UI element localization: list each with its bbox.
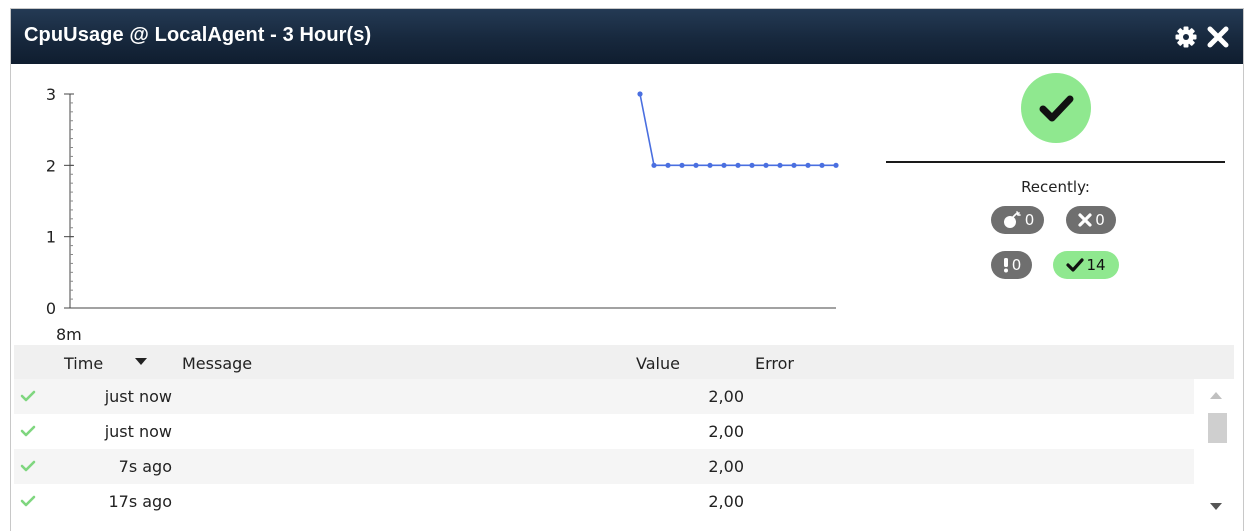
bomb-icon: [1003, 211, 1021, 228]
data-point: [721, 162, 727, 168]
sort-desc-icon[interactable]: [135, 358, 147, 365]
x-tick-label: 8m: [56, 325, 82, 344]
y-tick-label: 2: [46, 156, 56, 175]
counter-badge-ok[interactable]: 14: [1053, 251, 1119, 279]
ok-count: 14: [1086, 256, 1106, 274]
table-row[interactable]: 7s ago 2,00: [14, 449, 1194, 484]
column-header-value[interactable]: Value: [636, 354, 680, 373]
column-header-error[interactable]: Error: [755, 354, 794, 373]
chart-background: [14, 68, 850, 346]
row-time: just now: [104, 387, 172, 406]
row-time: 17s ago: [108, 492, 172, 511]
row-value: 2,00: [708, 457, 744, 476]
data-point: [679, 162, 685, 168]
counter-badge-error[interactable]: 0: [1066, 206, 1116, 234]
error-count: 0: [1095, 211, 1105, 229]
data-point: [805, 162, 811, 168]
grid-header: Time Message Value Error: [14, 345, 1234, 379]
widget-title: CpuUsage @ LocalAgent - 3 Hour(s): [24, 24, 372, 46]
counter-badge-warning[interactable]: 0: [991, 251, 1032, 279]
table-row[interactable]: just now 2,00: [14, 414, 1194, 449]
gear-icon[interactable]: [1174, 25, 1198, 49]
y-tick-label: 0: [46, 299, 56, 318]
status-indicator: [1021, 73, 1091, 143]
close-icon[interactable]: [1206, 25, 1230, 49]
row-value: 2,00: [708, 422, 744, 441]
widget-titlebar: CpuUsage @ LocalAgent - 3 Hour(s): [11, 9, 1243, 64]
exclamation-icon: [1003, 258, 1008, 273]
check-icon: [20, 425, 36, 437]
column-header-time[interactable]: Time: [64, 354, 103, 373]
bomb-count: 0: [1024, 211, 1035, 229]
column-header-message[interactable]: Message: [182, 354, 252, 373]
counter-badge-bomb[interactable]: 0: [991, 206, 1044, 234]
warning-count: 0: [1011, 256, 1022, 274]
check-icon: [20, 460, 36, 472]
check-icon: [1066, 258, 1085, 272]
data-point: [637, 91, 643, 97]
data-point: [819, 162, 825, 168]
data-point: [833, 162, 839, 168]
row-value: 2,00: [708, 492, 744, 511]
row-time: just now: [104, 422, 172, 441]
scroll-up-icon[interactable]: [1210, 392, 1222, 399]
status-divider: [886, 161, 1225, 163]
data-point: [735, 162, 741, 168]
data-point: [777, 162, 783, 168]
grid-scrollbar[interactable]: [1198, 379, 1234, 523]
data-point: [707, 162, 713, 168]
table-row[interactable]: 17s ago 2,00: [14, 484, 1194, 519]
data-point: [693, 162, 699, 168]
data-point: [791, 162, 797, 168]
recently-label: Recently:: [1021, 178, 1090, 196]
row-value: 2,00: [708, 387, 744, 406]
data-point: [749, 162, 755, 168]
y-tick-label: 1: [46, 228, 56, 247]
row-time: 7s ago: [118, 457, 172, 476]
x-icon: [1078, 213, 1092, 227]
data-point: [763, 162, 769, 168]
check-icon: [1039, 95, 1074, 122]
cpu-usage-chart: 0 1 2 3 8m: [14, 68, 850, 346]
check-icon: [20, 390, 36, 402]
data-point: [651, 162, 657, 168]
data-point: [665, 162, 671, 168]
scroll-down-icon[interactable]: [1210, 503, 1222, 510]
results-grid: Time Message Value Error just now 2,00 j…: [14, 345, 1234, 523]
y-tick-label: 3: [46, 85, 56, 104]
scroll-thumb[interactable]: [1208, 413, 1227, 443]
check-icon: [20, 495, 36, 507]
table-row[interactable]: just now 2,00: [14, 379, 1194, 414]
